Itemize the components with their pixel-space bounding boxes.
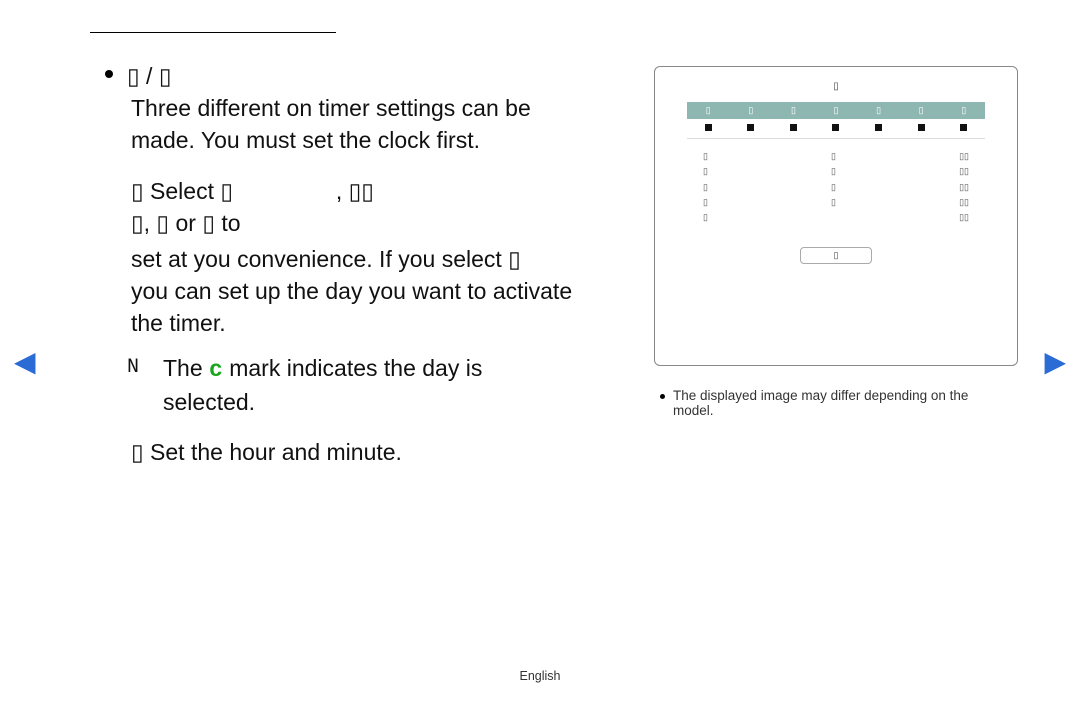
day-col: ▯	[815, 102, 858, 119]
bullet-icon	[660, 394, 665, 399]
osd-row-left: ▯	[703, 210, 708, 225]
osd-disclaimer: The displayed image may differ depending…	[660, 388, 1010, 418]
note-text-post: mark indicates the day is	[229, 355, 482, 381]
osd-close-label: ▯	[834, 250, 839, 260]
osd-row-mid: ▯	[831, 149, 836, 164]
osd-row: ▯ ▯ ▯▯	[703, 195, 969, 210]
note-marker: N	[127, 354, 139, 382]
osd-row-right: ▯▯	[959, 164, 969, 179]
day-mark-icon	[747, 124, 754, 131]
day-mark-icon	[918, 124, 925, 131]
osd-row-right: ▯▯	[959, 210, 969, 225]
bullet-title: ▯ / ▯	[127, 60, 171, 92]
check-mark-glyph: c	[209, 357, 223, 383]
osd-days-header: ▯ ▯ ▯ ▯ ▯ ▯ ▯	[687, 102, 985, 119]
osd-row-right: ▯▯	[959, 195, 969, 210]
osd-row-mid: ▯	[831, 164, 836, 179]
osd-row-left: ▯	[703, 180, 708, 195]
footer-language: English	[0, 669, 1080, 683]
osd-row: ▯ ▯ ▯▯	[703, 164, 969, 179]
intro-line-1: Three different on timer settings can be	[131, 92, 625, 124]
osd-days: ▯ ▯ ▯ ▯ ▯ ▯ ▯	[687, 102, 985, 139]
day-col: ▯	[687, 102, 730, 119]
osd-row-mid: ▯	[831, 195, 836, 210]
day-col: ▯	[857, 102, 900, 119]
main-content: ▯ / ▯ Three different on timer settings …	[105, 60, 625, 468]
osd-row: ▯ ▯ ▯▯	[703, 149, 969, 164]
intro-line-2: made. You must set the clock first.	[131, 124, 625, 156]
conv-line-1: set at you convenience. If you select ▯	[131, 243, 625, 275]
note-text-pre: The	[163, 355, 209, 381]
osd-row: ▯ ▯ ▯▯	[703, 180, 969, 195]
osd-row-right: ▯▯	[959, 180, 969, 195]
osd-row-right: ▯▯	[959, 149, 969, 164]
osd-disclaimer-text: The displayed image may differ depending…	[673, 388, 1010, 418]
day-mark-icon	[832, 124, 839, 131]
prev-page-arrow[interactable]: ◀	[14, 348, 36, 376]
osd-row-left: ▯	[703, 164, 708, 179]
osd-row-left: ▯	[703, 195, 708, 210]
next-page-arrow[interactable]: ▶	[1044, 348, 1066, 376]
day-col: ▯	[730, 102, 773, 119]
osd-row-left: ▯	[703, 149, 708, 164]
conv-line-3: the timer.	[131, 307, 625, 339]
select-prefix: ▯ Select ▯	[131, 178, 233, 204]
select-mid: , ▯▯	[336, 178, 374, 204]
day-col: ▯	[772, 102, 815, 119]
osd-row-mid: ▯	[831, 180, 836, 195]
osd-close-button[interactable]: ▯	[800, 247, 872, 264]
section-underline	[90, 32, 336, 33]
osd-title: ▯	[673, 81, 999, 92]
day-mark-icon	[875, 124, 882, 131]
bullet-icon	[105, 70, 113, 78]
conv-line-2: you can set up the day you want to activ…	[131, 275, 625, 307]
day-mark-icon	[790, 124, 797, 131]
select-line-2: ▯, ▯ or ▯ to	[131, 207, 625, 239]
time-label: ▯ Set the hour and minute.	[131, 436, 625, 468]
day-mark-icon	[705, 124, 712, 131]
osd-days-marks	[687, 119, 985, 139]
osd-preview: ▯ ▯ ▯ ▯ ▯ ▯ ▯ ▯ ▯ ▯ ▯▯ ▯ ▯	[654, 66, 1018, 366]
osd-settings: ▯ ▯ ▯▯ ▯ ▯ ▯▯ ▯ ▯ ▯▯ ▯ ▯ ▯▯ ▯ ▯▯	[703, 149, 969, 225]
day-col: ▯	[942, 102, 985, 119]
note-text-line-2: selected.	[163, 386, 625, 418]
day-col: ▯	[900, 102, 943, 119]
day-mark-icon	[960, 124, 967, 131]
osd-row: ▯ ▯▯	[703, 210, 969, 225]
